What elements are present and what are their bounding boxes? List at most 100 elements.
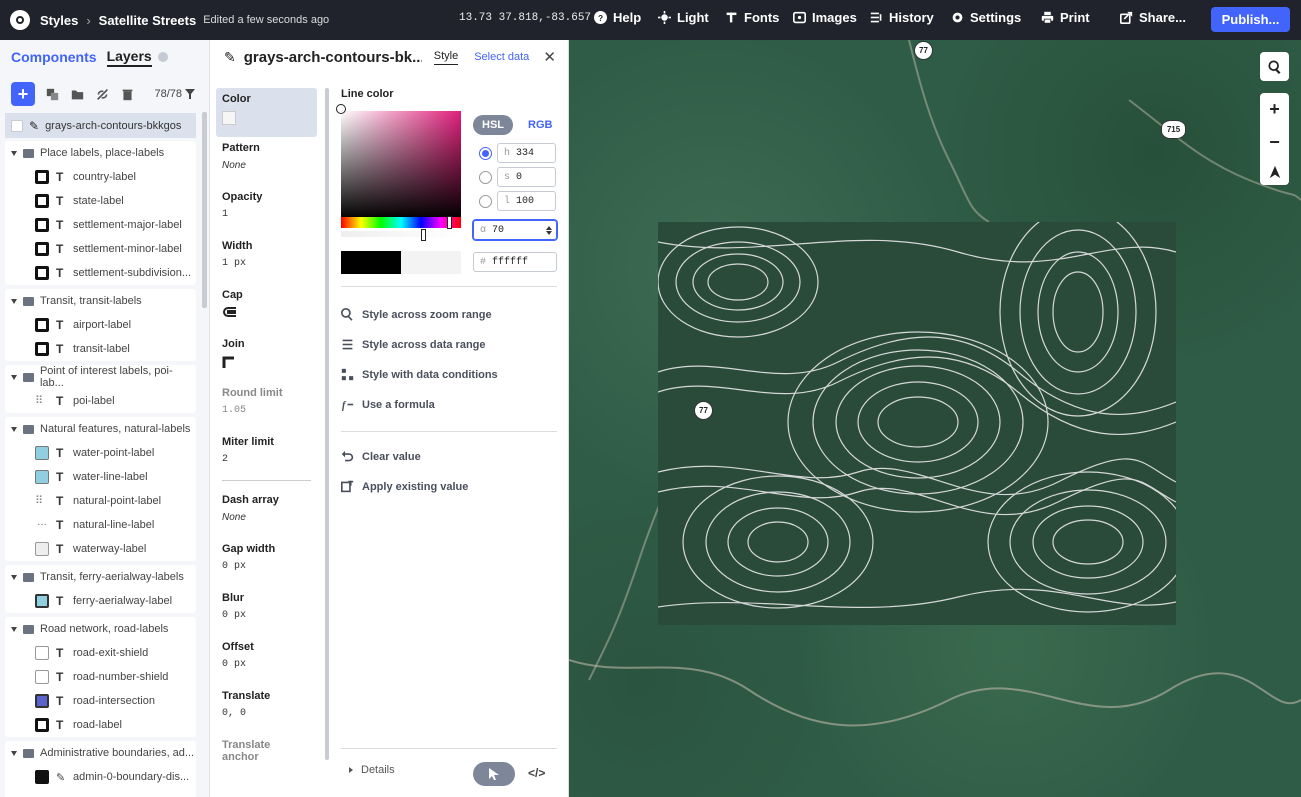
layer-title[interactable]: grays-arch-contours-bk... <box>244 49 422 66</box>
list-item[interactable]: Troad-exit-shield <box>5 641 196 665</box>
style-data-conditions-button[interactable]: Style with data conditions <box>341 368 498 381</box>
list-item[interactable]: Twater-line-label <box>5 465 196 489</box>
picker-handle[interactable] <box>336 104 346 114</box>
list-item[interactable]: Troad-intersection <box>5 689 196 713</box>
alpha-slider[interactable] <box>341 231 461 237</box>
list-item[interactable]: Tsettlement-minor-label <box>5 237 196 261</box>
list-item[interactable]: Twaterway-label <box>5 537 196 561</box>
prop-cap[interactable]: Cap <box>216 284 317 333</box>
tab-style[interactable]: Style <box>433 50 459 65</box>
style-name[interactable]: Satellite Streets <box>99 13 197 28</box>
group-header[interactable]: Transit, transit-labels <box>5 289 196 313</box>
lightness-radio[interactable] <box>479 195 492 208</box>
mapbox-logo-icon[interactable] <box>10 10 30 30</box>
zoom-in-button[interactable]: + <box>1269 99 1280 120</box>
history-button[interactable]: History <box>870 10 934 25</box>
compass-north-icon[interactable] <box>1268 165 1282 179</box>
route-shield[interactable]: 77 <box>694 401 713 420</box>
list-item[interactable]: Troad-number-shield <box>5 665 196 689</box>
alpha-field[interactable]: α 70 <box>473 220 557 240</box>
fonts-button[interactable]: Fonts <box>725 10 779 25</box>
tab-select-data[interactable]: Select data <box>474 51 529 63</box>
list-item[interactable]: ✎ admin-0-boundary-dis... <box>5 765 196 789</box>
prop-round-limit[interactable]: Round limit 1.05 <box>216 382 317 431</box>
stepper-icon[interactable] <box>546 225 552 235</box>
code-view-button[interactable]: </> <box>528 766 545 780</box>
details-toggle[interactable]: Details <box>349 764 395 776</box>
list-item[interactable]: Troad-label <box>5 713 196 737</box>
breadcrumb-styles[interactable]: Styles <box>40 13 78 28</box>
group-header[interactable]: Transit, ferry-aerialway-labels <box>5 565 196 589</box>
saturation-field[interactable]: s0 <box>497 167 556 187</box>
hue-field[interactable]: h 334 <box>497 143 556 163</box>
hsl-mode-button[interactable]: HSL <box>473 115 513 135</box>
prop-gap-width[interactable]: Gap width 0 px <box>216 538 317 587</box>
prop-offset[interactable]: Offset 0 px <box>216 636 317 685</box>
prop-join[interactable]: Join <box>216 333 317 382</box>
map-canvas[interactable]: 77 715 77 + − <box>569 40 1301 797</box>
prop-pattern[interactable]: Pattern None <box>216 137 317 186</box>
property-scrollbar[interactable] <box>325 88 329 760</box>
cursor-mode-button[interactable] <box>473 762 515 786</box>
share-button[interactable]: Share... <box>1120 10 1186 25</box>
saturation-radio[interactable] <box>479 171 492 184</box>
hue-radio[interactable] <box>479 147 492 160</box>
saturation-lightness-picker[interactable] <box>341 111 461 219</box>
prop-translate[interactable]: Translate 0, 0 <box>216 685 317 734</box>
hide-link-icon[interactable] <box>94 86 110 102</box>
list-item[interactable]: ⠿ Tnatural-point-label <box>5 489 196 513</box>
publish-button[interactable]: Publish... <box>1211 7 1290 32</box>
zoom-out-button[interactable]: − <box>1269 132 1280 153</box>
map-search-button[interactable] <box>1260 52 1289 81</box>
clear-value-button[interactable]: Clear value <box>341 450 421 463</box>
list-item[interactable]: Tsettlement-major-label <box>5 213 196 237</box>
trash-icon[interactable] <box>119 86 135 102</box>
prop-opacity[interactable]: Opacity 1 <box>216 186 317 235</box>
alpha-slider-handle[interactable] <box>421 229 426 241</box>
group-header[interactable]: Place labels, place-labels <box>5 141 196 165</box>
group-header[interactable]: Administrative boundaries, ad... <box>5 741 196 765</box>
list-item[interactable]: Ttransit-label <box>5 337 196 361</box>
hex-field[interactable]: # ffffff <box>473 252 557 272</box>
sidebar-scrollbar[interactable] <box>202 112 207 308</box>
list-item[interactable]: … Tnatural-line-label <box>5 513 196 537</box>
route-shield[interactable]: 715 <box>1161 120 1186 139</box>
images-button[interactable]: Images <box>793 10 857 25</box>
prop-width[interactable]: Width 1 px <box>216 235 317 284</box>
prop-blur[interactable]: Blur 0 px <box>216 587 317 636</box>
list-item[interactable]: Tairport-label <box>5 313 196 337</box>
add-layer-button[interactable]: + <box>11 82 35 106</box>
list-item[interactable]: ⠿ Tpoi-label <box>5 389 196 413</box>
tab-components[interactable]: Components <box>11 49 97 65</box>
hue-slider-handle[interactable] <box>447 216 452 229</box>
prop-miter-limit[interactable]: Miter limit 2 <box>216 431 317 480</box>
group-header[interactable]: Road network, road-labels <box>5 617 196 641</box>
list-item[interactable]: Twater-point-label <box>5 441 196 465</box>
list-item[interactable]: Tferry-aerialway-label <box>5 589 196 613</box>
print-button[interactable]: Print <box>1041 10 1090 25</box>
layer-count[interactable]: 78/78 <box>154 88 195 100</box>
use-formula-button[interactable]: f Use a formula <box>341 398 435 412</box>
light-button[interactable]: Light <box>658 10 709 25</box>
route-shield[interactable]: 77 <box>914 41 933 60</box>
list-item[interactable]: Tsettlement-subdivision... <box>5 261 196 285</box>
list-item[interactable]: Tcountry-label <box>5 165 196 189</box>
prop-color[interactable]: Color <box>216 88 317 137</box>
layer-item-selected[interactable]: ✎ grays-arch-contours-bkkgos <box>5 113 196 138</box>
close-icon[interactable]: ✕ <box>543 48 556 66</box>
style-data-range-button[interactable]: Style across data range <box>341 338 486 351</box>
hue-slider[interactable] <box>341 217 461 228</box>
prop-dash-array[interactable]: Dash array None <box>216 489 317 538</box>
rgb-mode-button[interactable]: RGB <box>519 115 561 135</box>
list-item[interactable]: Tstate-label <box>5 189 196 213</box>
apply-existing-value-button[interactable]: Apply existing value <box>341 480 468 493</box>
group-header[interactable]: Point of interest labels, poi-lab... <box>5 365 196 389</box>
help-button[interactable]: ? Help <box>594 10 641 25</box>
layer-checkbox[interactable] <box>11 119 23 132</box>
style-zoom-range-button[interactable]: Style across zoom range <box>341 308 492 321</box>
prop-translate-anchor[interactable]: Translate anchor <box>216 734 317 774</box>
group-header[interactable]: Natural features, natural-labels <box>5 417 196 441</box>
duplicate-icon[interactable] <box>44 86 60 102</box>
folder-icon[interactable] <box>69 86 85 102</box>
settings-button[interactable]: Settings <box>951 10 1021 25</box>
